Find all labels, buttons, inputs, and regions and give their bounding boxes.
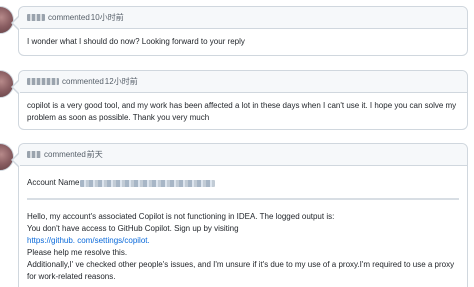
comment-3: commented 前天 Account Name Hello, my acco…	[11, 143, 468, 287]
comment-thread: commented 10小时前 I wonder what I should d…	[0, 0, 474, 287]
comment-body: I wonder what I should do now? Looking f…	[19, 29, 467, 55]
comment-body: copilot is a very good tool, and my work…	[19, 93, 467, 131]
comment-line: Please help me resolve this.	[27, 248, 128, 257]
comment-verb: commented	[62, 77, 104, 86]
comment-timestamp[interactable]: 12小时前	[105, 76, 138, 87]
comment-verb: commented	[48, 13, 90, 22]
comment-verb: commented	[44, 150, 86, 159]
account-line: Account Name	[27, 177, 459, 189]
author-name-redacted[interactable]	[27, 78, 59, 85]
comment-line: You don't have access to GitHub Copilot.…	[27, 224, 239, 233]
horizontal-rule	[27, 198, 459, 200]
comment-header: commented 10小时前	[19, 7, 467, 29]
comment-timestamp[interactable]: 前天	[87, 149, 103, 160]
comment-header: commented 前天	[19, 144, 467, 166]
copilot-settings-link[interactable]: https://github. com/settings/copilot.	[27, 236, 150, 245]
comment-timestamp[interactable]: 10小时前	[91, 12, 124, 23]
author-name-redacted[interactable]	[27, 151, 41, 158]
comment-line: Hello, my account's associated Copilot i…	[27, 212, 335, 221]
comment-text: I wonder what I should do now? Looking f…	[27, 37, 245, 46]
comment-text: copilot is a very good tool, and my work…	[27, 101, 457, 122]
comment-header: commented 12小时前	[19, 71, 467, 93]
account-label: Account Name	[27, 178, 80, 187]
comment-line: Additionally,I' ve checked other people'…	[27, 260, 455, 281]
comment-1: commented 10小时前 I wonder what I should d…	[11, 6, 468, 56]
author-name-redacted[interactable]	[27, 14, 45, 21]
comment-body: Account Name Hello, my account's associa…	[19, 166, 467, 287]
account-name-redacted	[80, 179, 216, 187]
comment-2: commented 12小时前 copilot is a very good t…	[11, 70, 468, 131]
